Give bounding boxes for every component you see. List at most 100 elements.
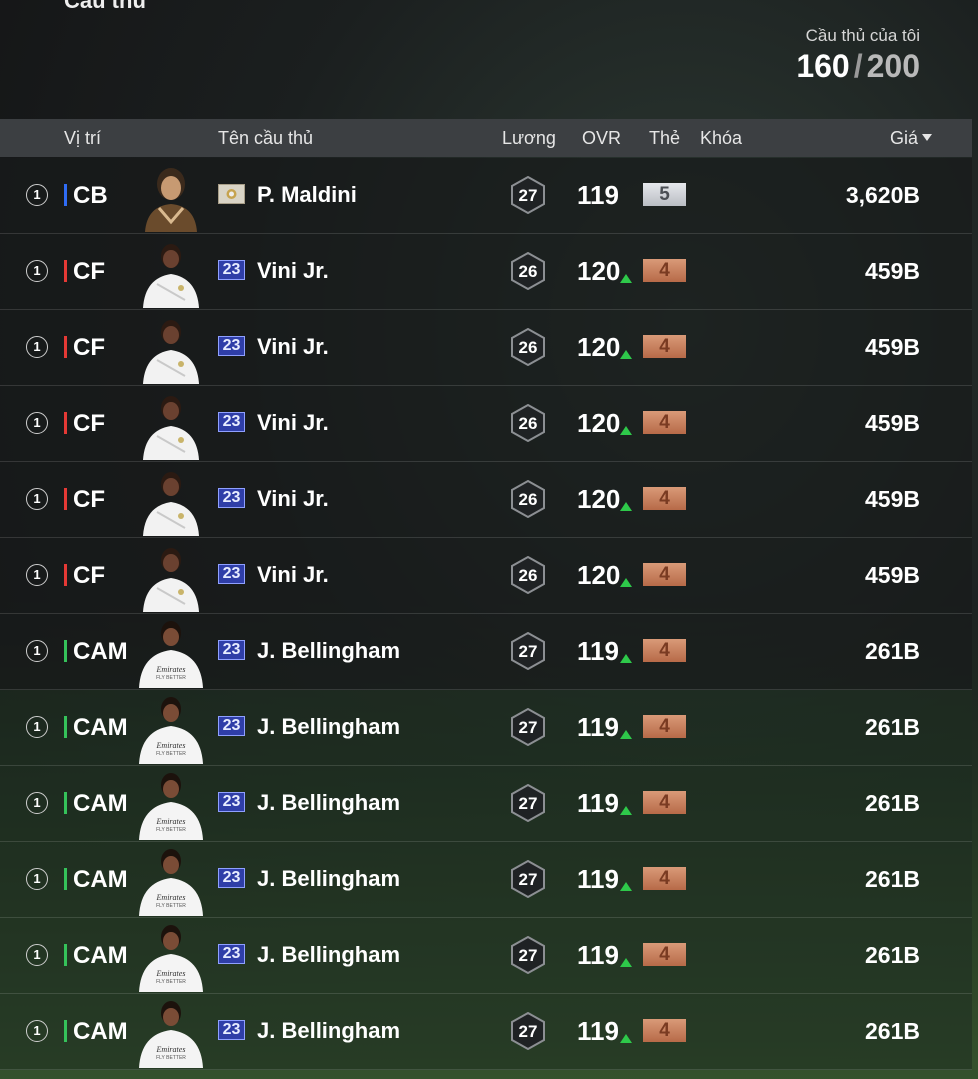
- svg-text:FLY BETTER: FLY BETTER: [156, 751, 186, 757]
- player-row[interactable]: 1 CF 23 Vini Jr. 26 120 4 459B: [0, 310, 972, 386]
- player-row[interactable]: 1 CAM Emirates FLY BETTER 23 J. Bellingham 27 1…: [0, 918, 972, 994]
- player-position: CAM: [73, 942, 128, 969]
- player-row[interactable]: 1 CAM Emirates FLY BETTER 23 J. Bellingham 27 1…: [0, 994, 972, 1070]
- column-header-ovr[interactable]: OVR: [582, 128, 621, 149]
- salary-value: 26: [518, 338, 538, 357]
- column-header-price[interactable]: Giá: [890, 128, 918, 149]
- player-name[interactable]: J. Bellingham: [257, 942, 400, 968]
- player-row[interactable]: 1 CF 23 Vini Jr. 26 120 4 459B: [0, 538, 972, 614]
- svg-text:FLY BETTER: FLY BETTER: [156, 827, 186, 833]
- my-players-counter: Cầu thủ của tôi 160/200: [796, 26, 920, 85]
- player-position: CF: [73, 562, 105, 589]
- player-name[interactable]: J. Bellingham: [257, 1018, 400, 1044]
- player-price: 261B: [865, 638, 920, 664]
- card-grade-badge: 4: [643, 867, 686, 890]
- player-name[interactable]: P. Maldini: [257, 182, 357, 208]
- player-name[interactable]: J. Bellingham: [257, 790, 400, 816]
- season-badge: 23: [218, 868, 245, 888]
- player-price: 459B: [865, 258, 920, 284]
- column-header-salary[interactable]: Lương: [502, 128, 556, 149]
- player-avatar: [137, 544, 205, 612]
- salary-value: 27: [518, 946, 538, 965]
- player-name[interactable]: J. Bellingham: [257, 714, 400, 740]
- column-header-lock[interactable]: Khóa: [700, 128, 742, 149]
- my-players-max: 200: [866, 48, 920, 84]
- quantity-badge: 1: [26, 336, 48, 358]
- card-grade-badge: 4: [643, 639, 686, 662]
- my-players-count: 160/200: [796, 48, 920, 85]
- quantity-badge: 1: [26, 944, 48, 966]
- ovr-up-arrow-icon: [620, 806, 632, 815]
- player-ovr: 120: [577, 332, 621, 362]
- salary-badge: 27: [510, 936, 546, 974]
- section-title: Cầu thủ: [64, 0, 146, 13]
- player-ovr: 120: [577, 484, 621, 514]
- player-row[interactable]: 1 CB P. Maldini 27 119 5 3,620B: [0, 158, 972, 234]
- player-row[interactable]: 1 CAM Emirates FLY BETTER 23 J. Bellingham 27 1…: [0, 614, 972, 690]
- player-price: 261B: [865, 1018, 920, 1044]
- player-position: CF: [73, 410, 105, 437]
- player-name[interactable]: Vini Jr.: [257, 258, 329, 284]
- salary-badge: 27: [510, 632, 546, 670]
- player-row[interactable]: 1 CAM Emirates FLY BETTER 23 J. Bellingham 27 1…: [0, 842, 972, 918]
- player-ovr: 119: [577, 940, 619, 970]
- player-ovr: 119: [577, 636, 619, 666]
- season-badge: 23: [218, 1020, 245, 1040]
- svg-text:Emirates: Emirates: [156, 893, 186, 902]
- player-price: 459B: [865, 486, 920, 512]
- player-row[interactable]: 1 CF 23 Vini Jr. 26 120 4 459B: [0, 386, 972, 462]
- svg-text:FLY BETTER: FLY BETTER: [156, 903, 186, 909]
- card-grade-badge: 4: [643, 715, 686, 738]
- player-ovr: 119: [577, 788, 619, 818]
- player-avatar: Emirates FLY BETTER: [137, 1000, 205, 1068]
- player-position: CAM: [73, 714, 128, 741]
- card-grade-badge: 4: [643, 487, 686, 510]
- position-color-bar: [64, 488, 67, 510]
- player-price: 261B: [865, 866, 920, 892]
- salary-value: 26: [518, 490, 538, 509]
- svg-text:Emirates: Emirates: [156, 741, 186, 750]
- season-badge: 23: [218, 412, 245, 432]
- player-name[interactable]: J. Bellingham: [257, 638, 400, 664]
- card-grade-badge: 4: [643, 1019, 686, 1042]
- player-ovr: 119: [577, 712, 619, 742]
- player-price: 261B: [865, 790, 920, 816]
- player-name[interactable]: Vini Jr.: [257, 562, 329, 588]
- quantity-badge: 1: [26, 184, 48, 206]
- salary-value: 27: [518, 718, 538, 737]
- player-position: CF: [73, 258, 105, 285]
- quantity-badge: 1: [26, 716, 48, 738]
- player-row[interactable]: 1 CAM Emirates FLY BETTER 23 J. Bellingham 27 1…: [0, 690, 972, 766]
- player-name[interactable]: J. Bellingham: [257, 866, 400, 892]
- column-header-card[interactable]: Thẻ: [649, 128, 680, 149]
- quantity-badge: 1: [26, 1020, 48, 1042]
- sort-descending-icon[interactable]: [922, 134, 932, 141]
- player-name[interactable]: Vini Jr.: [257, 486, 329, 512]
- player-position: CAM: [73, 638, 128, 665]
- column-header-name[interactable]: Tên cầu thủ: [218, 128, 313, 149]
- player-ovr: 119: [577, 864, 619, 894]
- card-grade-badge: 5: [643, 183, 686, 206]
- season-badge: 23: [218, 564, 245, 584]
- player-position: CAM: [73, 866, 128, 893]
- player-avatar: [137, 468, 205, 536]
- player-row[interactable]: 1 CF 23 Vini Jr. 26 120 4 459B: [0, 234, 972, 310]
- player-ovr: 119: [577, 1016, 619, 1046]
- player-position: CF: [73, 486, 105, 513]
- quantity-badge: 1: [26, 792, 48, 814]
- player-avatar: [137, 164, 205, 232]
- player-name[interactable]: Vini Jr.: [257, 410, 329, 436]
- my-players-separator: /: [853, 48, 863, 84]
- player-name[interactable]: Vini Jr.: [257, 334, 329, 360]
- player-row[interactable]: 1 CF 23 Vini Jr. 26 120 4 459B: [0, 462, 972, 538]
- salary-badge: 26: [510, 328, 546, 366]
- player-ovr: 120: [577, 408, 621, 438]
- salary-value: 27: [518, 870, 538, 889]
- player-price: 3,620B: [845, 182, 920, 208]
- svg-text:FLY BETTER: FLY BETTER: [156, 675, 186, 681]
- column-header-position[interactable]: Vị trí: [64, 128, 101, 149]
- player-row[interactable]: 1 CAM Emirates FLY BETTER 23 J. Bellingham 27 1…: [0, 766, 972, 842]
- player-price: 261B: [865, 942, 920, 968]
- ovr-up-arrow-icon: [620, 274, 632, 283]
- salary-badge: 27: [510, 176, 546, 214]
